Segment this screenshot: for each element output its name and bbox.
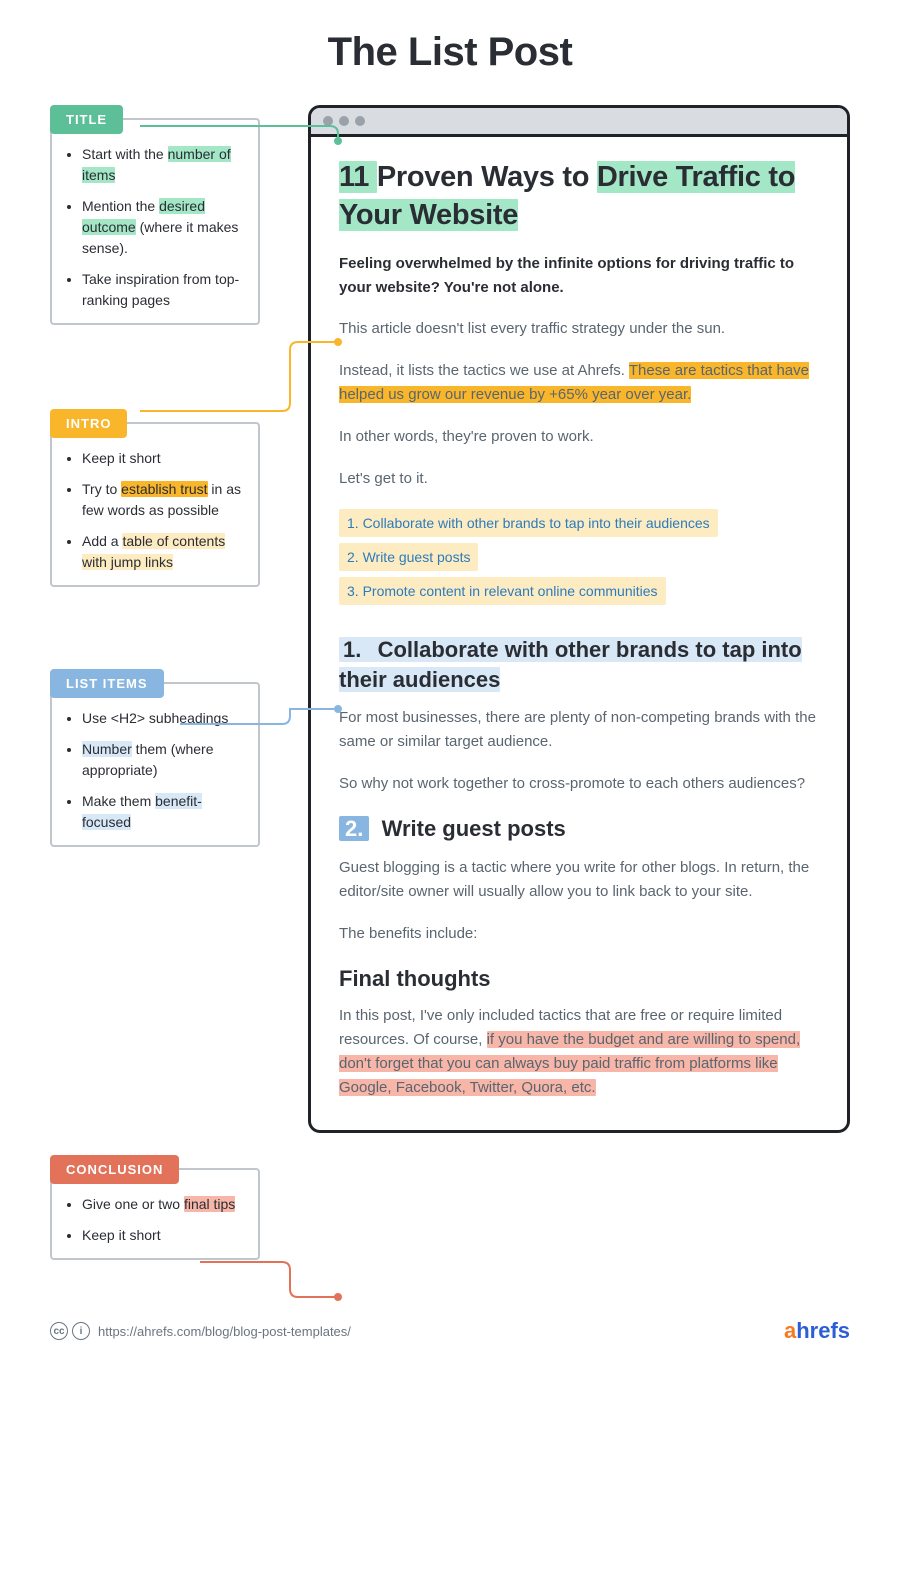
table-of-contents: 1. Collaborate with other brands to tap … <box>339 509 819 611</box>
card-conclusion: CONCLUSION Give one or two final tipsKee… <box>50 1155 260 1260</box>
post-final-heading: Final thoughts <box>339 966 819 992</box>
traffic-light-icon <box>323 116 333 126</box>
toc-link[interactable]: 2. Write guest posts <box>339 543 478 571</box>
traffic-light-icon <box>355 116 365 126</box>
post-para: For most businesses, there are plenty of… <box>339 706 819 754</box>
window-titlebar <box>311 108 847 137</box>
traffic-light-icon <box>339 116 349 126</box>
toc-link[interactable]: 3. Promote content in relevant online co… <box>339 577 666 605</box>
tips-title: Start with the number of itemsMention th… <box>50 118 260 325</box>
tips-list: Use <H2> subheadingsNumber them (where a… <box>50 682 260 847</box>
tag-title: TITLE <box>50 105 123 134</box>
post-para: This article doesn't list every traffic … <box>339 317 819 341</box>
tips-intro: Keep it shortTry to establish trust in a… <box>50 422 260 587</box>
post-h2: 2. Write guest posts <box>339 814 819 844</box>
card-title: TITLE Start with the number of itemsMent… <box>50 105 260 325</box>
card-intro: INTRO Keep it shortTry to establish trus… <box>50 409 260 587</box>
card-list: LIST ITEMS Use <H2> subheadingsNumber th… <box>50 669 260 847</box>
post-para: Guest blogging is a tactic where you wri… <box>339 856 819 904</box>
post-para: So why not work together to cross-promot… <box>339 772 819 796</box>
post-final-para: In this post, I've only included tactics… <box>339 1004 819 1100</box>
tag-intro: INTRO <box>50 409 127 438</box>
cc-icon: cci <box>50 1322 90 1340</box>
tag-list: LIST ITEMS <box>50 669 164 698</box>
post-title: 11 Proven Ways to Drive Traffic to Your … <box>339 159 819 234</box>
page-title: The List Post <box>50 30 850 75</box>
post-h2: 1. Collaborate with other brands to tap … <box>339 635 819 694</box>
brand-logo: ahrefs <box>784 1318 850 1344</box>
sidebar: TITLE Start with the number of itemsMent… <box>50 105 260 1288</box>
toc-link[interactable]: 1. Collaborate with other brands to tap … <box>339 509 718 537</box>
tag-conclusion: CONCLUSION <box>50 1155 179 1184</box>
post-para: Let's get to it. <box>339 467 819 491</box>
post-content: 11 Proven Ways to Drive Traffic to Your … <box>311 137 847 1130</box>
footer-url: https://ahrefs.com/blog/blog-post-templa… <box>98 1324 351 1339</box>
layout: TITLE Start with the number of itemsMent… <box>50 105 850 1288</box>
preview-window: 11 Proven Ways to Drive Traffic to Your … <box>308 105 850 1133</box>
post-para: The benefits include: <box>339 922 819 946</box>
post-para: In other words, they're proven to work. <box>339 425 819 449</box>
footer: cci https://ahrefs.com/blog/blog-post-te… <box>50 1318 850 1344</box>
post-para: Instead, it lists the tactics we use at … <box>339 359 819 407</box>
post-intro-bold: Feeling overwhelmed by the infinite opti… <box>339 252 819 299</box>
